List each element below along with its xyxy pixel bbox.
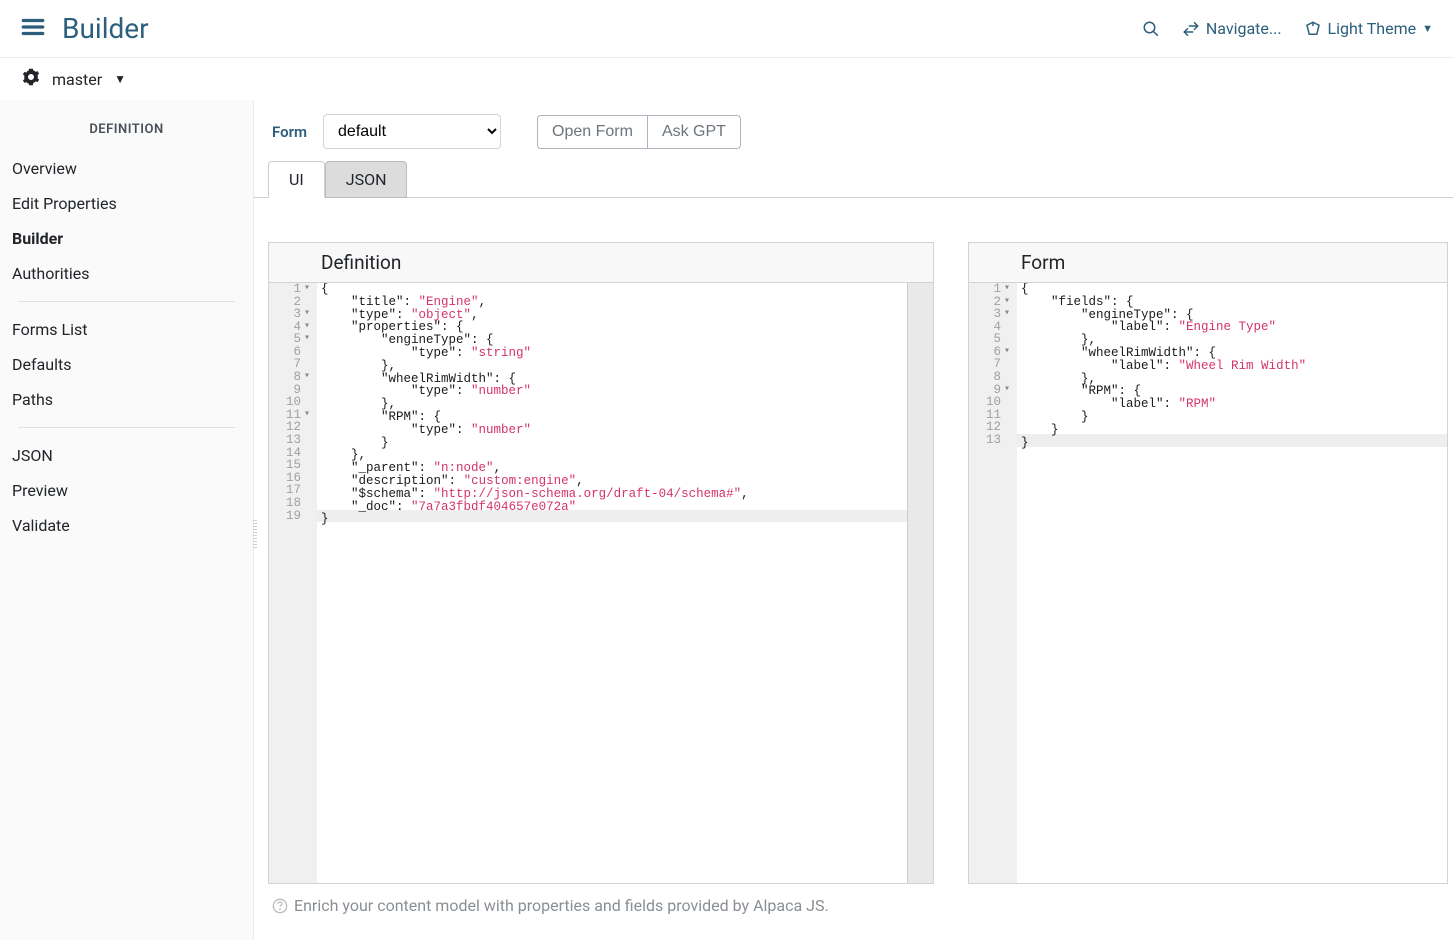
chevron-down-icon: ▼ bbox=[1422, 22, 1433, 35]
menu-icon[interactable] bbox=[20, 14, 46, 44]
ask-gpt-button[interactable]: Ask GPT bbox=[647, 115, 741, 149]
sidebar-item-defaults[interactable]: Defaults bbox=[0, 347, 253, 382]
scrollbar-vertical[interactable] bbox=[907, 283, 933, 883]
sidebar-item-forms-list[interactable]: Forms List bbox=[0, 312, 253, 347]
branch-name: master bbox=[52, 70, 102, 89]
editor-form[interactable]: 1▾2▾3▾456▾789▾10111213 { "fields": { "en… bbox=[969, 283, 1447, 883]
hint-label: Enrich your content model with propertie… bbox=[294, 896, 829, 915]
divider bbox=[18, 301, 235, 302]
navigate-label: Navigate... bbox=[1206, 19, 1282, 38]
theme-toggle[interactable]: Light Theme ▼ bbox=[1304, 19, 1433, 38]
sidebar-item-json[interactable]: JSON bbox=[0, 438, 253, 473]
hint-text: Enrich your content model with propertie… bbox=[268, 884, 1453, 927]
panel-form-header: Form bbox=[969, 243, 1447, 283]
form-button-group: Open Form Ask GPT bbox=[537, 115, 741, 149]
editor-definition[interactable]: 1▾23▾4▾5▾678▾91011▾1213141516171819 { "t… bbox=[269, 283, 933, 883]
search-icon[interactable] bbox=[1142, 20, 1160, 38]
sidebar-item-authorities[interactable]: Authorities bbox=[0, 256, 253, 291]
sidebar-item-preview[interactable]: Preview bbox=[0, 473, 253, 508]
page-title: Builder bbox=[62, 12, 149, 45]
divider bbox=[18, 427, 235, 428]
sidebar-item-builder[interactable]: Builder bbox=[0, 221, 253, 256]
sidebar: DEFINITION Overview Edit Properties Buil… bbox=[0, 100, 254, 940]
topbar: Builder Navigate... Light Theme ▼ bbox=[0, 0, 1453, 58]
tab-ui[interactable]: UI bbox=[268, 161, 325, 198]
open-form-button[interactable]: Open Form bbox=[537, 115, 648, 149]
theme-label: Light Theme bbox=[1328, 19, 1417, 38]
tabs: UI JSON bbox=[254, 161, 1453, 198]
sidebar-item-paths[interactable]: Paths bbox=[0, 382, 253, 417]
sidebar-item-validate[interactable]: Validate bbox=[0, 508, 253, 543]
panel-definition: Definition 1▾23▾4▾5▾678▾91011▾1213141516… bbox=[268, 242, 934, 884]
chevron-down-icon: ▼ bbox=[114, 72, 126, 86]
editor-code[interactable]: { "fields": { "engineType": { "label": "… bbox=[1017, 283, 1447, 883]
form-select[interactable]: default bbox=[323, 114, 501, 149]
editor-gutter: 1▾23▾4▾5▾678▾91011▾1213141516171819 bbox=[269, 283, 317, 883]
topbar-right: Navigate... Light Theme ▼ bbox=[1142, 19, 1433, 38]
gear-icon bbox=[22, 68, 40, 90]
navigate-link[interactable]: Navigate... bbox=[1182, 19, 1282, 38]
sidebar-heading: DEFINITION bbox=[0, 112, 253, 151]
help-icon bbox=[272, 898, 288, 914]
panel-definition-header: Definition bbox=[269, 243, 933, 283]
editor-code[interactable]: { "title": "Engine", "type": "object", "… bbox=[317, 283, 907, 883]
sidebar-item-overview[interactable]: Overview bbox=[0, 151, 253, 186]
panel-form: Form 1▾2▾3▾456▾789▾10111213 { "fields": … bbox=[968, 242, 1448, 884]
panels: Definition 1▾23▾4▾5▾678▾91011▾1213141516… bbox=[268, 242, 1453, 884]
branch-selector[interactable]: master ▼ bbox=[0, 58, 1453, 100]
main-content: Form default Open Form Ask GPT UI JSON D… bbox=[254, 100, 1453, 940]
form-label: Form bbox=[272, 123, 313, 141]
editor-gutter: 1▾2▾3▾456▾789▾10111213 bbox=[969, 283, 1017, 883]
layout: DEFINITION Overview Edit Properties Buil… bbox=[0, 100, 1453, 940]
sidebar-item-edit-properties[interactable]: Edit Properties bbox=[0, 186, 253, 221]
tab-json[interactable]: JSON bbox=[325, 161, 408, 198]
topbar-left: Builder bbox=[20, 12, 149, 45]
form-toolbar: Form default Open Form Ask GPT bbox=[268, 114, 1453, 161]
